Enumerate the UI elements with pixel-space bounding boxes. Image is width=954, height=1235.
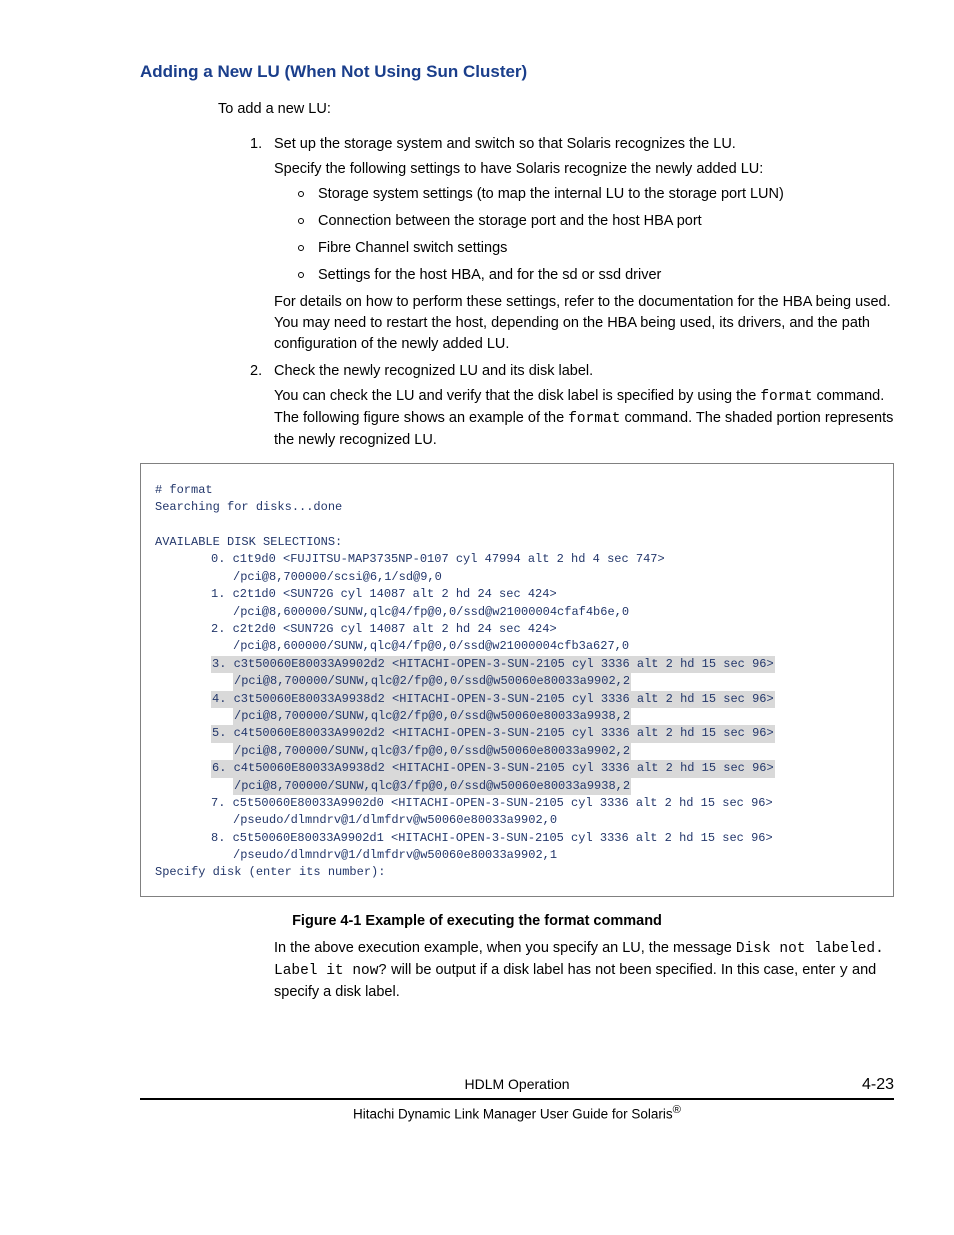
term-line: Searching for disks...done bbox=[155, 499, 879, 516]
disk-path-shaded: /pci@8,700000/SUNW,qlc@2/fp@0,0/ssd@w500… bbox=[155, 708, 879, 725]
disk-path: /pseudo/dlmndrv@1/dlmfdrv@w50060e80033a9… bbox=[155, 847, 879, 864]
figure-caption: Figure 4-1 Example of executing the form… bbox=[60, 911, 894, 932]
code-inline: format bbox=[568, 411, 620, 427]
footer-section: HDLM Operation bbox=[464, 1074, 569, 1094]
disk-entry: 1. c2t1d0 <SUN72G cyl 14087 alt 2 hd 24 … bbox=[155, 586, 879, 603]
bullet-item: Settings for the host HBA, and for the s… bbox=[298, 265, 894, 286]
disk-path-shaded: /pci@8,700000/SUNW,qlc@2/fp@0,0/ssd@w500… bbox=[155, 673, 879, 690]
term-line: Specify disk (enter its number): bbox=[155, 864, 879, 881]
term-blank bbox=[155, 517, 879, 534]
step-number: 2. bbox=[250, 361, 262, 382]
text-fragment: In the above execution example, when you… bbox=[274, 940, 736, 956]
disk-entry-shaded: 4. c3t50060E80033A9938d2 <HITACHI-OPEN-3… bbox=[155, 691, 879, 708]
registered-mark: ® bbox=[673, 1104, 681, 1116]
disk-path: /pseudo/dlmndrv@1/dlmfdrv@w50060e80033a9… bbox=[155, 812, 879, 829]
disk-path: /pci@8,600000/SUNW,qlc@4/fp@0,0/ssd@w210… bbox=[155, 638, 879, 655]
disk-path: /pci@8,700000/scsi@6,1/sd@9,0 bbox=[155, 569, 879, 586]
intro-text: To add a new LU: bbox=[60, 99, 894, 120]
disk-path: /pci@8,600000/SUNW,qlc@4/fp@0,0/ssd@w210… bbox=[155, 604, 879, 621]
step-1: 1. Set up the storage system and switch … bbox=[250, 134, 894, 355]
disk-path-shaded: /pci@8,700000/SUNW,qlc@3/fp@0,0/ssd@w500… bbox=[155, 778, 879, 795]
steps-list: 1. Set up the storage system and switch … bbox=[60, 134, 894, 451]
disk-entry: 0. c1t9d0 <FUJITSU-MAP3735NP-0107 cyl 47… bbox=[155, 551, 879, 568]
text-fragment: will be output if a disk label has not b… bbox=[387, 962, 839, 978]
step-tail: For details on how to perform these sett… bbox=[274, 292, 894, 355]
step-paragraph: Specify the following settings to have S… bbox=[274, 159, 894, 180]
section-heading: Adding a New LU (When Not Using Sun Clus… bbox=[60, 60, 894, 85]
code-inline: y bbox=[839, 963, 848, 979]
disk-entry: 7. c5t50060E80033A9902d0 <HITACHI-OPEN-3… bbox=[155, 795, 879, 812]
term-line: # format bbox=[155, 482, 879, 499]
footer-guide: Hitachi Dynamic Link Manager User Guide … bbox=[140, 1102, 894, 1124]
code-inline: format bbox=[760, 389, 812, 405]
page-footer: HDLM Operation 4-23 Hitachi Dynamic Link… bbox=[60, 1073, 894, 1124]
figure-terminal-output: # format Searching for disks...done AVAI… bbox=[140, 463, 894, 897]
disk-entry-shaded: 3. c3t50060E80033A9902d2 <HITACHI-OPEN-3… bbox=[155, 656, 879, 673]
disk-path-shaded: /pci@8,700000/SUNW,qlc@3/fp@0,0/ssd@w500… bbox=[155, 743, 879, 760]
step-number: 1. bbox=[250, 134, 262, 155]
step-lead: Check the newly recognized LU and its di… bbox=[274, 361, 894, 382]
after-figure-text: In the above execution example, when you… bbox=[60, 938, 894, 1003]
disk-entry: 8. c5t50060E80033A9902d1 <HITACHI-OPEN-3… bbox=[155, 830, 879, 847]
text-fragment: You can check the LU and verify that the… bbox=[274, 388, 760, 404]
bullet-item: Fibre Channel switch settings bbox=[298, 238, 894, 259]
disk-entry-shaded: 6. c4t50060E80033A9938d2 <HITACHI-OPEN-3… bbox=[155, 760, 879, 777]
step-lead: Set up the storage system and switch so … bbox=[274, 134, 894, 155]
disk-entry-shaded: 5. c4t50060E80033A9902d2 <HITACHI-OPEN-3… bbox=[155, 725, 879, 742]
bullet-item: Connection between the storage port and … bbox=[298, 211, 894, 232]
disk-entry: 2. c2t2d0 <SUN72G cyl 14087 alt 2 hd 24 … bbox=[155, 621, 879, 638]
step-2: 2. Check the newly recognized LU and its… bbox=[250, 361, 894, 451]
page-number: 4-23 bbox=[570, 1073, 894, 1096]
bullet-item: Storage system settings (to map the inte… bbox=[298, 184, 894, 205]
term-line: AVAILABLE DISK SELECTIONS: bbox=[155, 534, 879, 551]
step-paragraph: You can check the LU and verify that the… bbox=[274, 386, 894, 451]
sub-bullets: Storage system settings (to map the inte… bbox=[274, 184, 894, 286]
